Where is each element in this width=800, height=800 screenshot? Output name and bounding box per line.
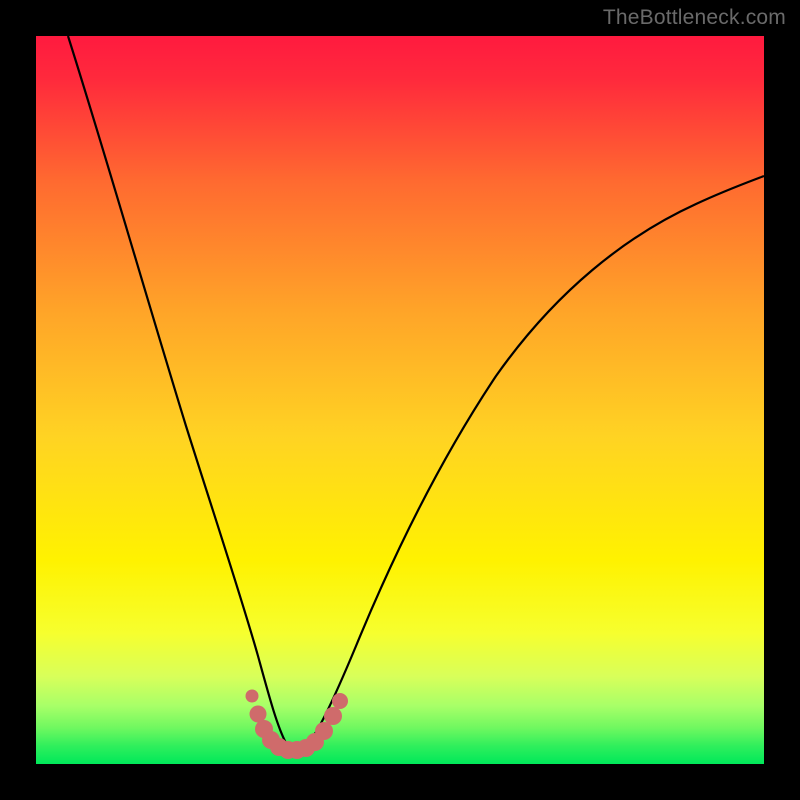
chart-frame: TheBottleneck.com <box>0 0 800 800</box>
gradient-background <box>36 36 764 764</box>
watermark: TheBottleneck.com <box>603 6 786 30</box>
plot-area <box>36 36 764 764</box>
plot-svg <box>36 36 764 764</box>
